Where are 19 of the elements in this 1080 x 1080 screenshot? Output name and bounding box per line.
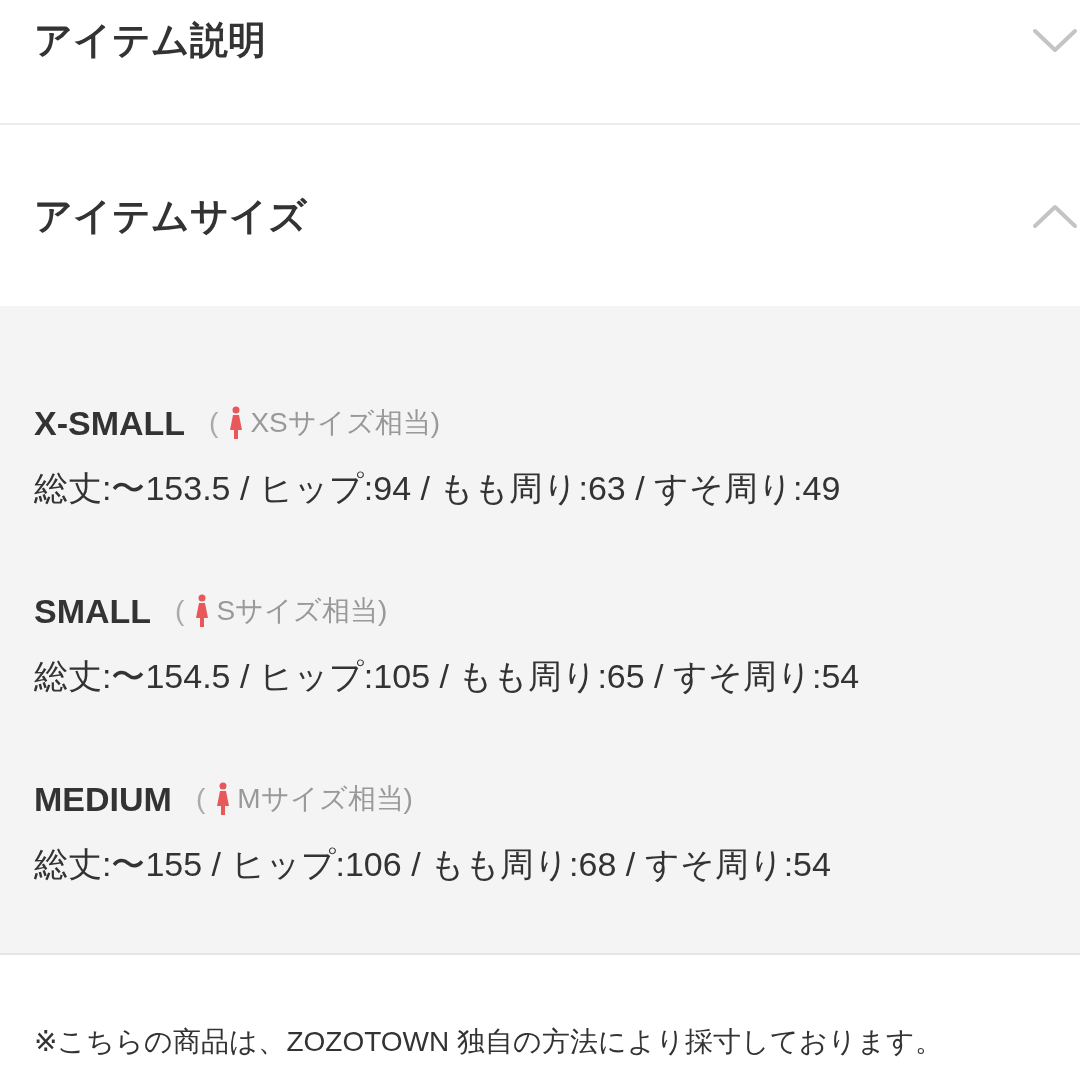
size-equivalent: Mサイズ相当)	[237, 782, 413, 816]
woman-figure-icon	[228, 406, 245, 440]
size-measurements: 総丈:〜153.5 / ヒップ:94 / もも周り:63 / すそ周り:49	[34, 468, 842, 509]
measurement-note: ※こちらの商品は、ZOZOTOWN 独自の方法により採寸しております。	[34, 1026, 944, 1057]
chevron-down-icon[interactable]	[1032, 26, 1078, 54]
size-name: SMALL	[34, 591, 152, 631]
size-name: X-SMALL	[34, 403, 186, 443]
woman-figure-icon	[194, 594, 211, 628]
size-equivalent: Sサイズ相当)	[216, 594, 388, 628]
section-title[interactable]: アイテム説明	[34, 12, 266, 68]
paren: (	[209, 407, 219, 439]
size-measurements: 総丈:〜155 / ヒップ:106 / もも周り:68 / すそ周り:54	[34, 844, 832, 885]
paren: (	[175, 595, 185, 627]
section-title[interactable]: アイテムサイズ	[34, 187, 307, 244]
size-measurements: 総丈:〜154.5 / ヒップ:105 / もも周り:65 / すそ周り:54	[34, 656, 861, 697]
woman-figure-icon	[215, 782, 232, 816]
size-equivalent: XSサイズ相当)	[250, 406, 441, 440]
paren: (	[195, 783, 206, 815]
size-name: MEDIUM	[34, 779, 172, 819]
